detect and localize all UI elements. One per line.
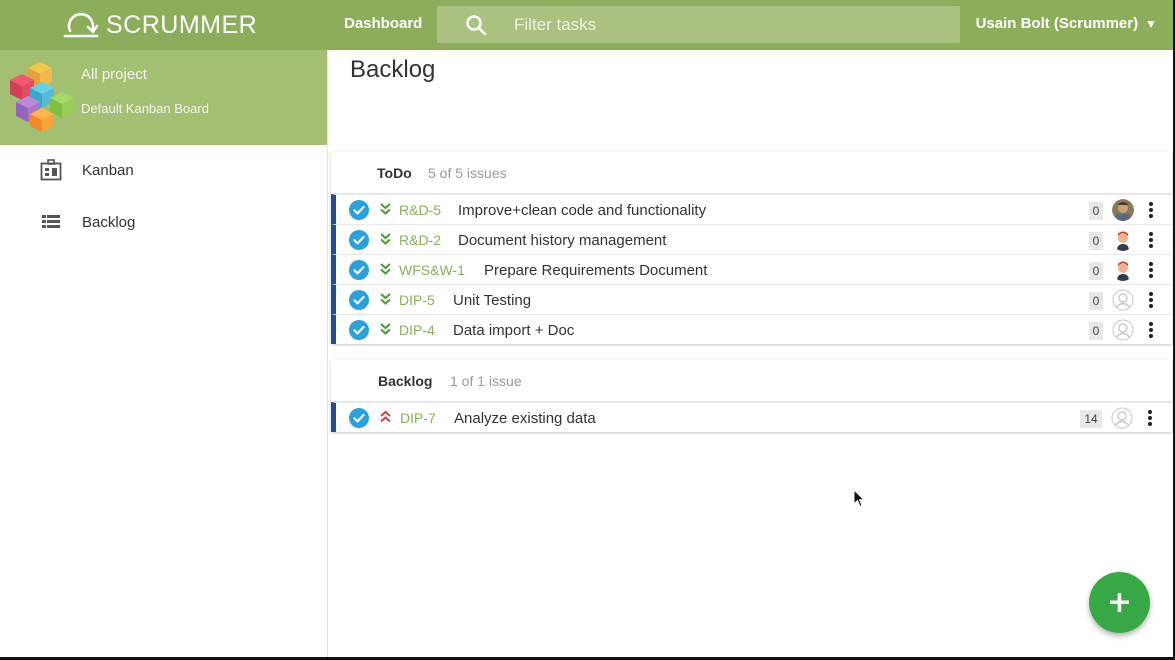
check-circle-icon[interactable]	[349, 200, 369, 220]
project-header[interactable]: All project Default Kanban Board	[0, 50, 327, 145]
sidebar: All project Default Kanban Board Kanban …	[0, 50, 328, 660]
issue-row[interactable]: DIP-7 Analyze existing data 14	[331, 402, 1172, 432]
kanban-board-icon	[40, 159, 62, 181]
more-vert-icon[interactable]	[1148, 291, 1154, 309]
app-name: SCRUMMER	[106, 10, 258, 39]
issue-row[interactable]: DIP-5 Unit Testing 0	[331, 284, 1172, 314]
issue-title[interactable]: Prepare Requirements Document	[484, 262, 707, 279]
app-logo[interactable]: SCRUMMER	[62, 8, 257, 42]
section-header[interactable]: ToDo 5 of 5 issues	[331, 152, 1172, 194]
issue-row[interactable]: R&D-5 Improve+clean code and functionali…	[331, 194, 1172, 224]
priority-low-icon	[380, 203, 391, 215]
issue-key[interactable]: DIP-5	[399, 292, 435, 308]
more-vert-icon[interactable]	[1148, 261, 1154, 279]
issue-title[interactable]: Improve+clean code and functionality	[458, 202, 706, 219]
issue-row[interactable]: WFS&W-1 Prepare Requirements Document 0	[331, 254, 1172, 284]
mouse-cursor-icon	[853, 489, 865, 508]
backlog-section: Backlog 1 of 1 issue DIP-7 Analyze exist…	[331, 360, 1172, 432]
todo-section: ToDo 5 of 5 issues R&D-5 Improve+clean c…	[331, 152, 1172, 344]
assignee-photo-avatar[interactable]	[1112, 199, 1134, 221]
priority-high-icon	[380, 410, 391, 423]
issue-key[interactable]: R&D-5	[399, 202, 441, 218]
search-bar	[437, 6, 960, 43]
top-bar: SCRUMMER Dashboard Usain Bolt (Scrummer)…	[0, 0, 1175, 50]
section-issue-count: 1 of 1 issue	[450, 373, 522, 389]
user-name: Usain Bolt (Scrummer)	[975, 15, 1139, 32]
assignee-unassigned-avatar[interactable]	[1111, 407, 1133, 429]
priority-low-icon	[380, 293, 391, 305]
page-title: Backlog	[350, 56, 436, 83]
scrummer-logo-icon	[63, 12, 99, 38]
project-board-name: Default Kanban Board	[81, 101, 209, 116]
priority-low-icon	[380, 233, 391, 245]
section-title: ToDo	[377, 165, 412, 181]
section-title: Backlog	[378, 373, 433, 389]
issue-row[interactable]: R&D-2 Document history management 0	[331, 224, 1172, 254]
check-circle-icon[interactable]	[349, 320, 369, 340]
check-circle-icon[interactable]	[349, 260, 369, 280]
section-issue-count: 5 of 5 issues	[428, 165, 507, 181]
estimate-badge: 14	[1080, 410, 1102, 428]
estimate-badge: 0	[1089, 322, 1103, 340]
sidebar-item-label: Kanban	[82, 161, 134, 179]
plus-icon: +	[1106, 584, 1133, 620]
estimate-badge: 0	[1089, 202, 1103, 220]
sidebar-item-label: Backlog	[82, 213, 136, 231]
issue-key[interactable]: R&D-2	[399, 232, 441, 248]
sidebar-item-kanban[interactable]: Kanban	[0, 150, 328, 190]
list-icon	[42, 215, 60, 228]
issue-key[interactable]: WFS&W-1	[399, 262, 465, 278]
project-cubes-logo	[10, 62, 74, 132]
sidebar-item-backlog[interactable]: Backlog	[0, 202, 328, 242]
assignee-unassigned-avatar[interactable]	[1112, 319, 1134, 341]
more-vert-icon[interactable]	[1148, 321, 1154, 339]
estimate-badge: 0	[1089, 232, 1103, 250]
estimate-badge: 0	[1089, 292, 1103, 310]
priority-low-icon	[380, 323, 391, 335]
more-vert-icon[interactable]	[1148, 201, 1154, 219]
assignee-user-avatar[interactable]	[1112, 259, 1134, 281]
issue-title[interactable]: Unit Testing	[453, 292, 531, 309]
issue-key[interactable]: DIP-7	[400, 410, 436, 426]
section-header[interactable]: Backlog 1 of 1 issue	[331, 360, 1172, 402]
estimate-badge: 0	[1089, 262, 1103, 280]
more-vert-icon[interactable]	[1148, 231, 1154, 249]
check-circle-icon[interactable]	[349, 408, 369, 428]
assignee-user-avatar[interactable]	[1112, 229, 1134, 251]
caret-down-icon: ▼	[1145, 16, 1157, 31]
issue-title[interactable]: Analyze existing data	[454, 410, 596, 427]
add-issue-button[interactable]: +	[1089, 572, 1150, 633]
dashboard-link[interactable]: Dashboard	[344, 15, 422, 32]
issue-key[interactable]: DIP-4	[399, 322, 435, 338]
assignee-unassigned-avatar[interactable]	[1112, 289, 1134, 311]
user-menu[interactable]: Usain Bolt (Scrummer) ▼	[976, 15, 1157, 32]
issue-title[interactable]: Data import + Doc	[453, 322, 574, 339]
check-circle-icon[interactable]	[349, 230, 369, 250]
project-name: All project	[81, 66, 147, 83]
priority-low-icon	[380, 263, 391, 275]
more-vert-icon[interactable]	[1147, 409, 1153, 427]
issue-row[interactable]: DIP-4 Data import + Doc 0	[331, 314, 1172, 344]
filter-tasks-input[interactable]	[514, 14, 934, 35]
issue-title[interactable]: Document history management	[458, 232, 666, 249]
search-icon[interactable]	[465, 14, 487, 36]
check-circle-icon[interactable]	[349, 290, 369, 310]
